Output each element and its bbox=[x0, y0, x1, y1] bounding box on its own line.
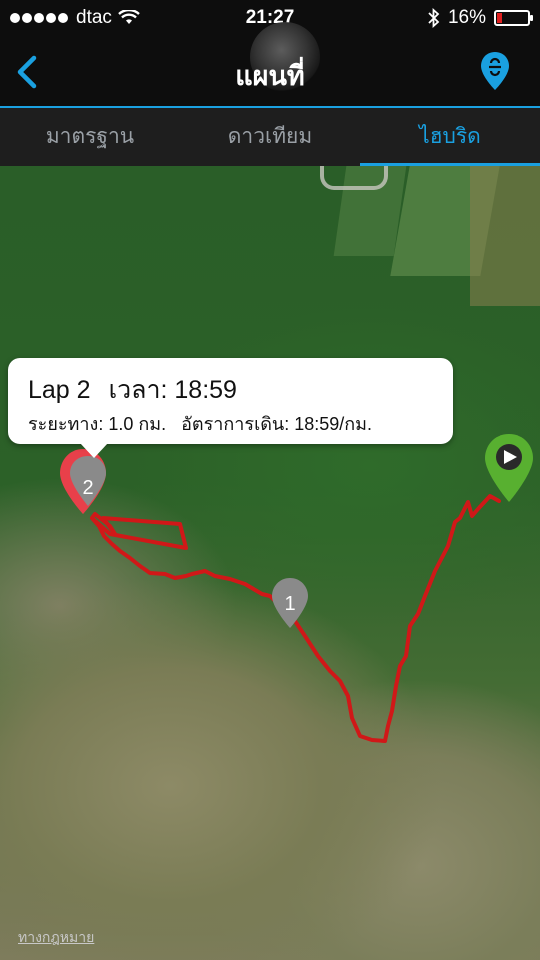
route-overlay: 1 2 bbox=[60, 434, 533, 743]
lap-1-label: 1 bbox=[284, 593, 295, 615]
lap-2-marker[interactable]: 2 bbox=[60, 449, 106, 514]
tab-standard[interactable]: มาตรฐาน bbox=[0, 108, 180, 166]
lap-time: เวลา: 18:59 bbox=[108, 376, 237, 404]
bluetooth-icon bbox=[428, 8, 440, 28]
battery-percent: 16% bbox=[447, 7, 486, 28]
battery-icon bbox=[494, 10, 533, 26]
lap-name: Lap 2 bbox=[28, 376, 91, 404]
lap-pace: อัตราการเดิน: 18:59/กม. bbox=[181, 414, 373, 434]
map-view[interactable]: 1 2 ทางกฎหมาย bbox=[0, 166, 540, 960]
navigation-bar: แผนที่ bbox=[0, 22, 540, 108]
lap-2-label: 2 bbox=[82, 477, 93, 499]
tab-hybrid[interactable]: ไฮบริด bbox=[360, 108, 540, 166]
map-type-tabs: มาตรฐาน ดาวเทียม ไฮบริด bbox=[0, 108, 540, 166]
start-marker-icon[interactable] bbox=[485, 434, 533, 502]
location-pin-icon[interactable] bbox=[478, 50, 512, 94]
status-right: 16% bbox=[428, 7, 533, 29]
lap-1-marker[interactable]: 1 bbox=[272, 578, 308, 628]
lap-distance: ระยะทาง: 1.0 กม. bbox=[28, 414, 167, 434]
tab-satellite[interactable]: ดาวเทียม bbox=[180, 108, 360, 166]
callout-title: Lap 2 เวลา: 18:59 bbox=[28, 370, 237, 410]
callout-details: ระยะทาง: 1.0 กม. อัตราการเดิน: 18:59/กม. bbox=[28, 409, 372, 438]
legal-link[interactable]: ทางกฎหมาย bbox=[18, 927, 94, 949]
page-title: แผนที่ bbox=[235, 61, 305, 91]
lap-info-callout[interactable]: Lap 2 เวลา: 18:59 ระยะทาง: 1.0 กม. อัตราก… bbox=[8, 358, 453, 458]
